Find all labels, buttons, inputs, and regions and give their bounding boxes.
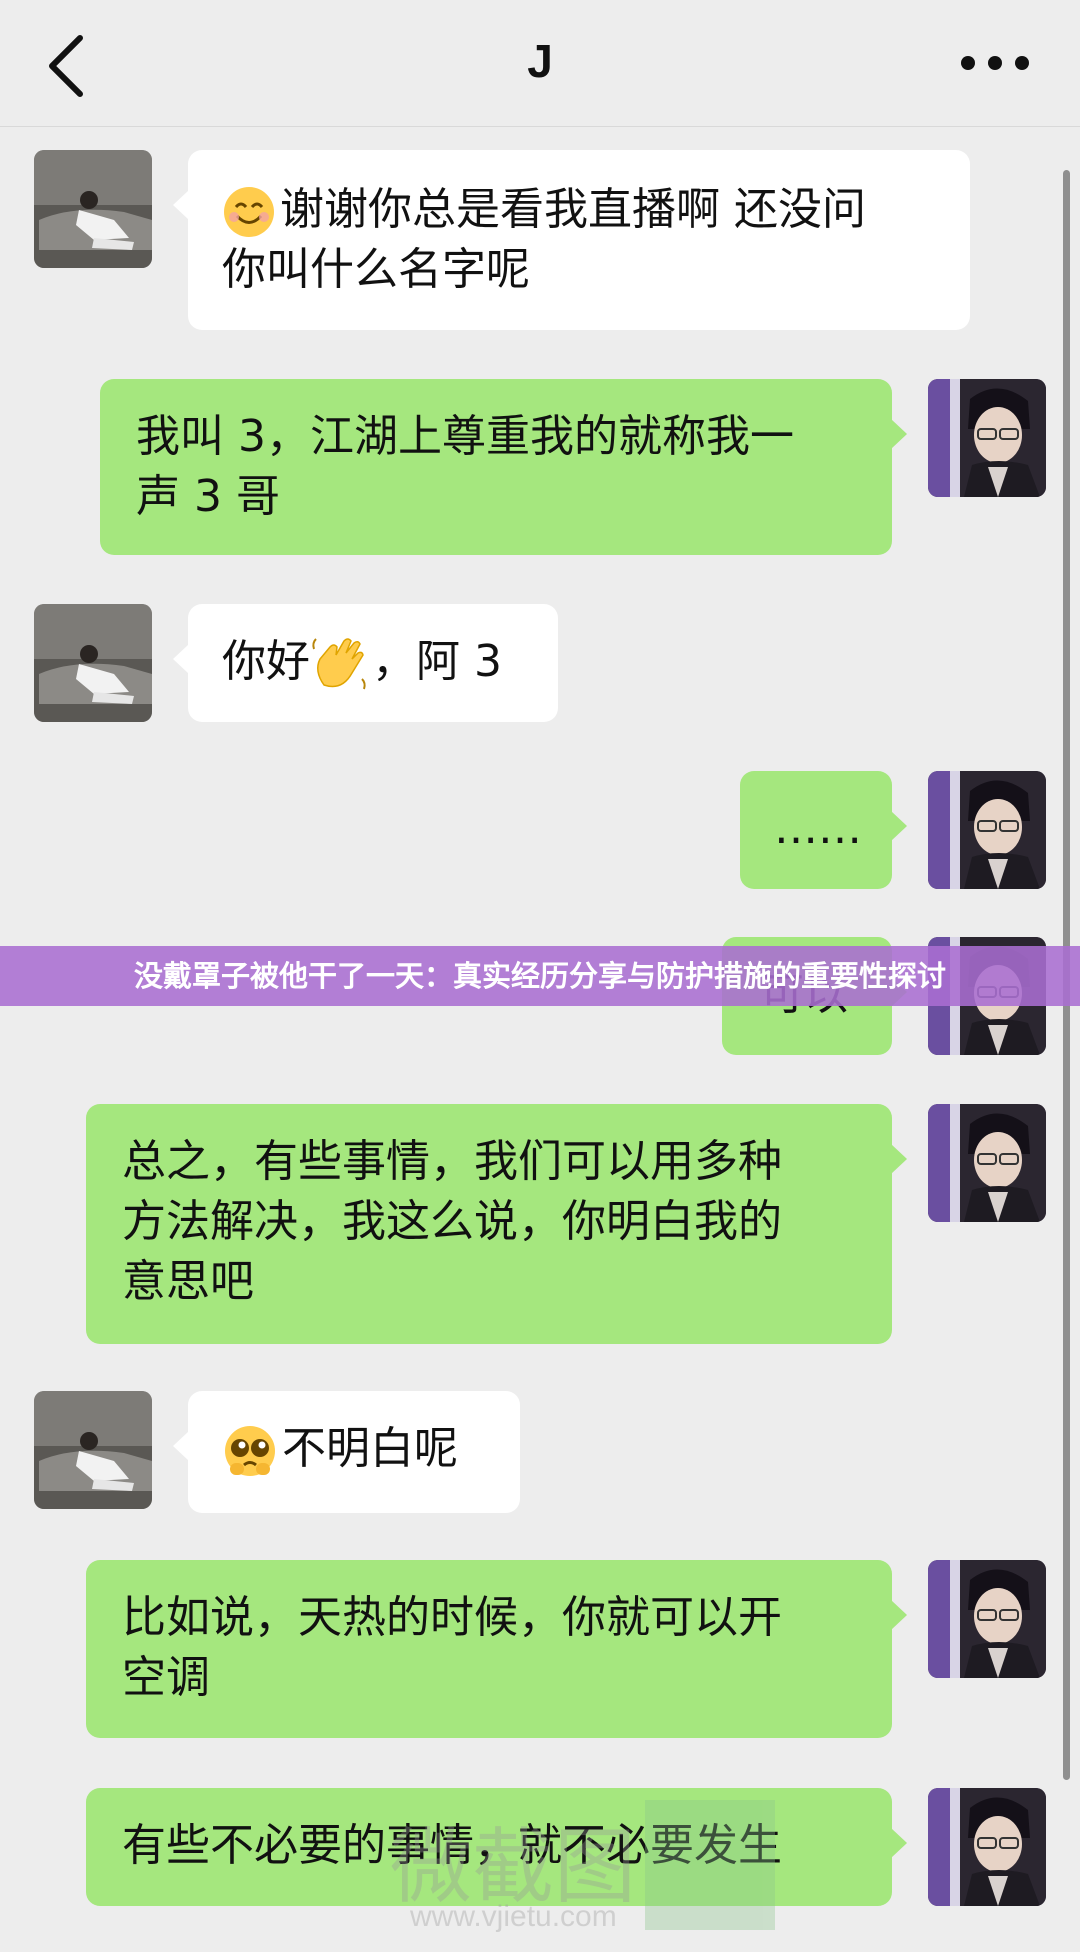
message-bubble-incoming[interactable]: 你好 ，阿 3 <box>173 604 558 722</box>
message-bubble-outgoing[interactable]: 我叫 3，江湖上尊重我的就称我一 声 3 哥 <box>100 379 907 555</box>
message-text: 谢谢你总是看我直播啊 还没问 <box>280 184 866 235</box>
smiling-face-emoji-icon <box>224 187 274 237</box>
message-bubble-outgoing[interactable]: …… <box>740 771 907 889</box>
own-avatar[interactable] <box>928 379 1046 497</box>
message-text: 总之，有些事情，我们可以用多种 <box>122 1136 782 1187</box>
pleading-face-emoji-icon <box>225 1426 275 1476</box>
message-text: 你好 <box>222 636 310 687</box>
own-avatar[interactable] <box>928 771 1046 889</box>
watermark-logo-icon <box>645 1800 775 1930</box>
message-row: 你好 ，阿 3 <box>0 604 1080 722</box>
message-row: 谢谢你总是看我直播啊 还没问 你叫什么名字呢 <box>0 150 1080 330</box>
message-text: 不明白呢 <box>282 1423 458 1474</box>
ellipsis-icon <box>961 56 1029 70</box>
message-text: 比如说，天热的时候，你就可以开 <box>122 1592 782 1643</box>
message-row: 我叫 3，江湖上尊重我的就称我一 声 3 哥 <box>0 379 1080 555</box>
contact-avatar[interactable] <box>34 1391 152 1509</box>
message-bubble-incoming[interactable]: 不明白呢 <box>173 1391 520 1513</box>
message-text: 你叫什么名字呢 <box>222 244 530 295</box>
message-bubble-outgoing[interactable]: 比如说，天热的时候，你就可以开 空调 <box>86 1560 907 1738</box>
message-text: 声 3 哥 <box>136 471 280 522</box>
contact-avatar[interactable] <box>34 604 152 722</box>
overlay-banner: 没戴罩子被他干了一天：真实经历分享与防护措施的重要性探讨 <box>0 946 1080 1006</box>
watermark-url: www.vjietu.com <box>410 1900 617 1933</box>
message-row: 总之，有些事情，我们可以用多种 方法解决，我这么说，你明白我的 意思吧 <box>0 1104 1080 1344</box>
message-text: ，阿 3 <box>372 636 502 687</box>
contact-avatar[interactable] <box>34 150 152 268</box>
message-row: …… <box>0 771 1080 889</box>
message-list[interactable]: 谢谢你总是看我直播啊 还没问 你叫什么名字呢 我叫 3，江湖上尊重我的就称我一 … <box>0 127 1080 1952</box>
own-avatar[interactable] <box>928 1560 1046 1678</box>
waving-hand-emoji-icon <box>312 638 366 690</box>
own-avatar[interactable] <box>928 1104 1046 1222</box>
message-text: 我叫 3，江湖上尊重我的就称我一 <box>136 411 794 462</box>
message-text: 意思吧 <box>122 1256 254 1307</box>
message-text: …… <box>774 803 862 854</box>
own-avatar[interactable] <box>928 1788 1046 1906</box>
message-text: 方法解决，我这么说，你明白我的 <box>122 1196 782 1247</box>
message-bubble-incoming[interactable]: 谢谢你总是看我直播啊 还没问 你叫什么名字呢 <box>173 150 970 330</box>
message-bubble-outgoing[interactable]: 总之，有些事情，我们可以用多种 方法解决，我这么说，你明白我的 意思吧 <box>86 1104 907 1344</box>
message-row: 不明白呢 <box>0 1391 1080 1513</box>
message-row: 比如说，天热的时候，你就可以开 空调 <box>0 1560 1080 1738</box>
message-text: 空调 <box>122 1652 210 1703</box>
chat-title: J <box>527 35 553 87</box>
more-button[interactable] <box>950 40 1040 86</box>
watermark: 微截图 www.vjietu.com <box>390 1800 810 1950</box>
top-navigation-bar: J <box>0 0 1080 127</box>
